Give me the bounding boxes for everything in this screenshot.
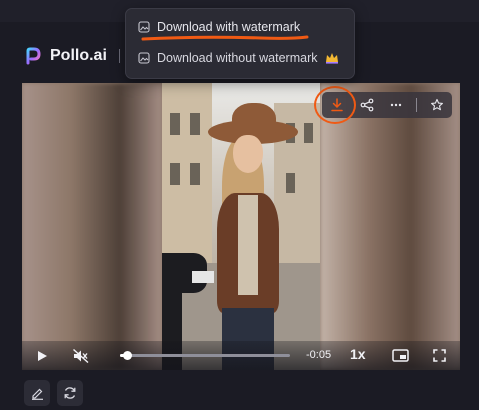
more-button[interactable]	[386, 95, 406, 115]
refresh-icon	[64, 387, 76, 399]
regenerate-button[interactable]	[57, 380, 83, 406]
edit-button[interactable]	[24, 380, 50, 406]
download-with-watermark-item[interactable]: Download with watermark	[138, 20, 300, 34]
fullscreen-icon	[432, 349, 446, 362]
video-blur-left	[22, 83, 162, 370]
time-remaining: -0:05	[306, 349, 332, 361]
fullscreen-button[interactable]	[430, 341, 448, 370]
play-button[interactable]	[34, 341, 50, 370]
share-button[interactable]	[357, 95, 377, 115]
brand-name[interactable]: Pollo.ai	[50, 47, 107, 65]
annotation-underline	[141, 35, 309, 41]
share-icon	[360, 98, 374, 112]
image-icon	[138, 52, 150, 64]
pip-button[interactable]	[390, 341, 410, 370]
crown-icon	[325, 53, 338, 64]
video-frame	[162, 83, 320, 370]
mute-icon	[73, 348, 89, 363]
progress-thumb[interactable]	[122, 351, 132, 360]
favorite-button[interactable]	[427, 95, 447, 115]
header-divider	[118, 49, 120, 63]
video-blur-right	[320, 83, 460, 370]
more-icon	[391, 103, 402, 107]
playback-speed-button[interactable]: 1x	[350, 346, 366, 362]
progress-bar[interactable]	[120, 351, 290, 360]
header: Pollo.ai	[24, 44, 120, 68]
download-menu: Download with watermark Download without…	[125, 8, 355, 79]
play-icon	[37, 350, 47, 361]
download-without-watermark-label: Download without watermark	[157, 51, 318, 65]
image-icon	[138, 21, 150, 33]
mute-button[interactable]	[72, 341, 90, 370]
pip-icon	[391, 349, 409, 362]
annotation-circle	[314, 86, 356, 124]
toolbar-divider	[416, 98, 418, 112]
download-without-watermark-item[interactable]: Download without watermark	[138, 51, 339, 65]
download-with-watermark-label: Download with watermark	[157, 20, 301, 34]
edit-icon	[31, 388, 43, 400]
pollo-logo-icon	[26, 47, 41, 65]
video-player[interactable]	[22, 83, 460, 370]
player-controls: -0:05 1x	[22, 341, 460, 370]
star-icon	[431, 98, 444, 111]
